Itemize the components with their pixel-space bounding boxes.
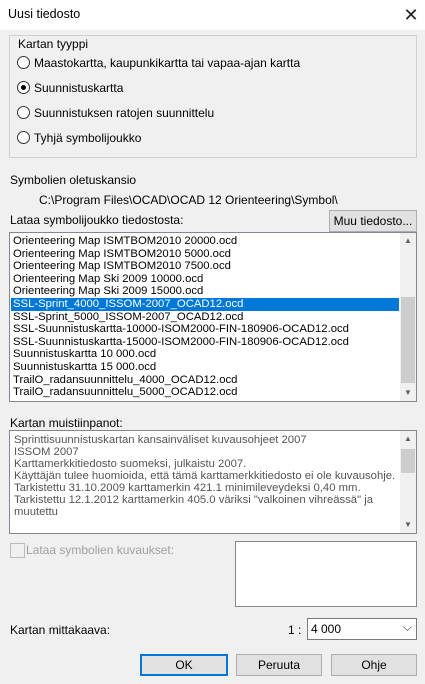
radio-button[interactable] (17, 56, 30, 69)
list-item[interactable]: Orienteering Map ISMTBOM2010 20000.ocd (13, 235, 237, 248)
notes-line: ISSOM 2007 (14, 446, 79, 458)
scale-select[interactable]: 4 000 ⌵ (307, 618, 417, 640)
notes-textarea[interactable]: Sprinttisuunnistuskartan kansainväliset … (9, 430, 417, 534)
list-item[interactable]: SSL-Suunnistuskartta-10000-ISOM2000-FIN-… (13, 323, 349, 336)
window-title: Uusi tiedosto (8, 7, 81, 21)
notes-line: Sprinttisuunnistuskartan kansainväliset … (14, 434, 307, 446)
load-descriptions-checkbox[interactable] (10, 543, 25, 558)
radio-label: Suunnistuksen ratojen suunnittelu (34, 106, 215, 120)
scroll-up-icon[interactable]: ▲ (400, 431, 416, 447)
radio-option-3[interactable]: Tyhjä symbolijoukko (17, 130, 317, 146)
list-item[interactable]: SSL-Sprint_5000_ISSOM-2007_OCAD12.ocd (13, 311, 243, 324)
map-type-legend: Kartan tyyppi (16, 37, 91, 51)
radio-option-0[interactable]: Maastokartta, kaupunkikartta tai vapaa-a… (17, 55, 317, 71)
list-item[interactable]: Orienteering Map Ski 2009 10000.ocd (13, 273, 203, 286)
radio-option-1[interactable]: Suunnistuskartta (17, 80, 317, 96)
symbol-file-list[interactable]: Orienteering Map ISMTBOM2010 20000.ocd Or… (9, 232, 417, 402)
scale-label: Kartan mittakaava: (10, 623, 111, 637)
scroll-down-icon[interactable]: ▼ (400, 517, 416, 533)
scroll-thumb[interactable] (401, 297, 415, 383)
chevron-down-icon[interactable]: ⌵ (403, 620, 412, 635)
help-button[interactable]: Ohje (331, 654, 417, 676)
list-item[interactable]: Orienteering Map ISMTBOM2010 7500.ocd (13, 260, 231, 273)
symbol-folder-path: C:\Program Files\OCAD\OCAD 12 Orienteeri… (39, 193, 338, 207)
notes-line: Karttamerkkitiedosto suomeksi, julkaistu… (14, 458, 247, 470)
scale-value: 4 000 (311, 622, 342, 636)
list-item[interactable]: TrailO_radansuunnittelu_4000_OCAD12.ocd (13, 374, 237, 387)
load-descriptions-label: Lataa symbolien kuvaukset: (26, 543, 175, 557)
radio-label: Tyhjä symbolijoukko (34, 131, 142, 145)
list-item[interactable]: Orienteering Map Ski 2009 15000.ocd (13, 285, 203, 298)
load-symbols-label: Lataa symbolijoukko tiedostosta: (10, 213, 184, 227)
list-item[interactable]: Orienteering Map ISMTBOM2010 5000.ocd (13, 248, 231, 261)
close-icon[interactable]: ✕ (399, 3, 423, 27)
scroll-down-icon[interactable]: ▼ (400, 385, 416, 401)
scroll-up-icon[interactable]: ▲ (400, 233, 416, 249)
radio-button[interactable] (17, 131, 30, 144)
list-item[interactable]: SSL-Suunnistuskartta-15000-ISOM2000-FIN-… (13, 336, 349, 349)
notes-line: Tarkistettu 12.1.2012 karttamerkin 405.0… (14, 494, 374, 506)
scroll-thumb[interactable] (401, 449, 415, 473)
radio-label: Suunnistuskartta (34, 81, 124, 95)
notes-label: Kartan muistiinpanot: (10, 416, 123, 430)
title-bar: Uusi tiedosto ✕ (0, 0, 425, 30)
ok-button[interactable]: OK (140, 654, 228, 676)
list-item[interactable]: Suunnistuskartta 15 000.ocd (13, 361, 156, 374)
scale-prefix: 1 : (288, 623, 302, 637)
cancel-button[interactable]: Peruuta (236, 654, 322, 676)
description-preview (235, 541, 417, 607)
list-scrollbar[interactable]: ▲ ▼ (400, 233, 416, 401)
radio-button-selected[interactable] (17, 81, 30, 94)
radio-button[interactable] (17, 106, 30, 119)
list-item-selected[interactable]: SSL-Sprint_4000_ISSOM-2007_OCAD12.ocd (11, 298, 399, 311)
symbol-folder-label: Symbolien oletuskansio (10, 173, 137, 187)
notes-line: muutettu (14, 506, 58, 518)
radio-label: Maastokartta, kaupunkikartta tai vapaa-a… (34, 56, 301, 70)
notes-line: Tarkistettu 31.10.2009 karttamerkin 421.… (14, 482, 361, 494)
radio-option-2[interactable]: Suunnistuksen ratojen suunnittelu (17, 105, 317, 121)
other-file-button[interactable]: Muu tiedosto... (329, 210, 417, 232)
list-item[interactable]: TrailO_radansuunnittelu_5000_OCAD12.ocd (13, 386, 237, 399)
notes-line: Käyttäjän tulee huomioida, että tämä kar… (14, 470, 396, 482)
list-item[interactable]: Suunnistuskartta 10 000.ocd (13, 348, 156, 361)
notes-scrollbar[interactable]: ▲ ▼ (400, 431, 416, 533)
